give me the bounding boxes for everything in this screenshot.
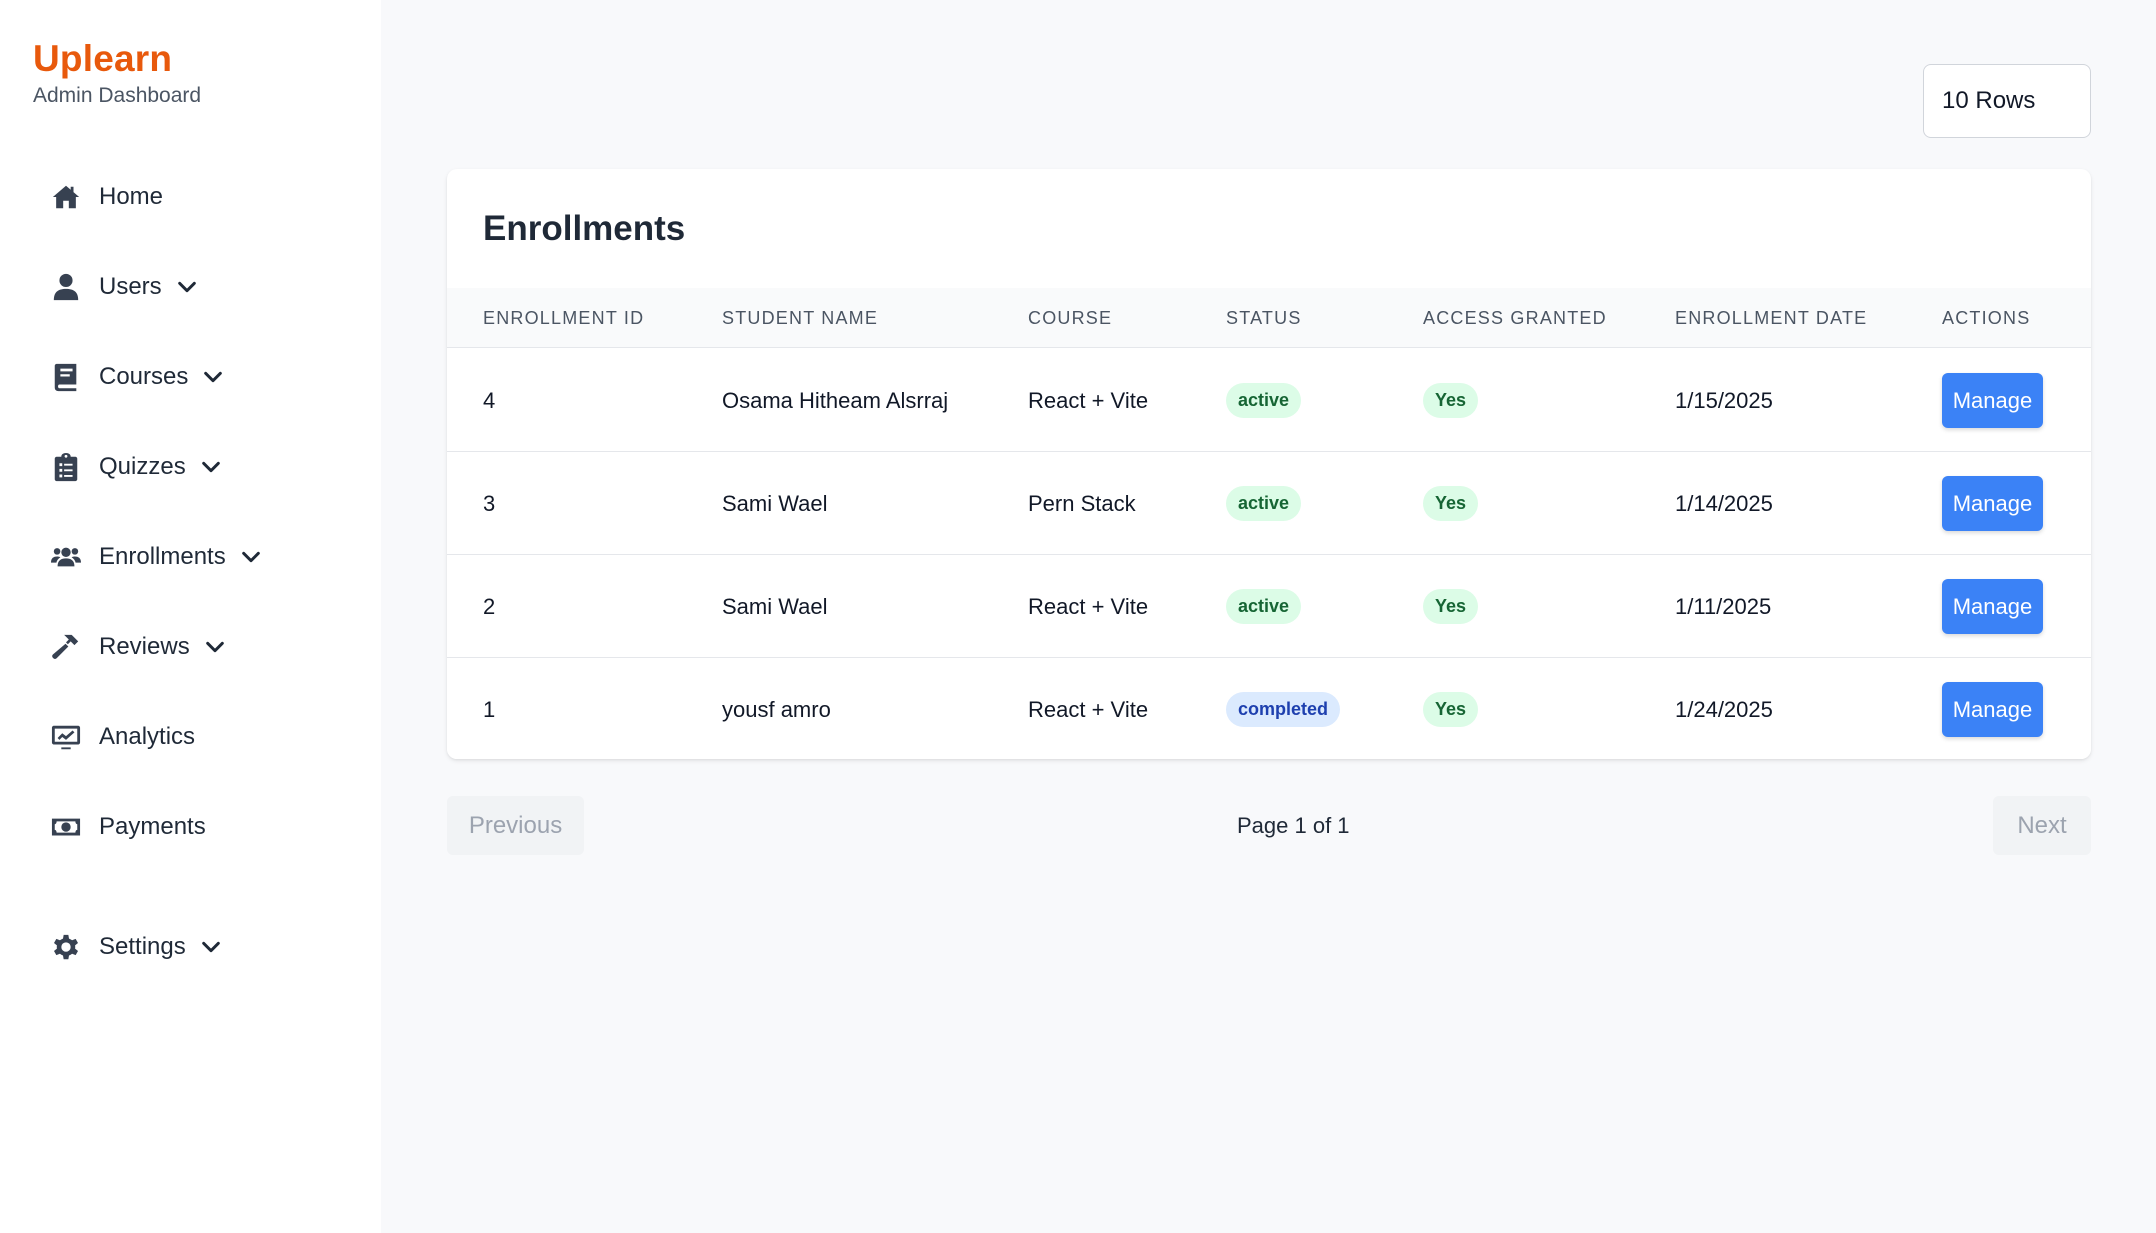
manage-button[interactable]: Manage: [1942, 579, 2043, 634]
course-name: Pern Stack: [1028, 490, 1136, 516]
user-icon: [50, 271, 82, 303]
column-header-actions: Actions: [1942, 307, 2031, 328]
access-badge: Yes: [1423, 589, 1479, 624]
page-title: Enrollments: [483, 209, 686, 248]
home-icon: [50, 181, 82, 213]
sidebar-item-quizzes[interactable]: Quizzes: [50, 445, 224, 489]
sidebar-item-label: Courses: [99, 363, 189, 390]
rows-per-page-select[interactable]: 10 Rows: [1923, 64, 2091, 138]
access-badge: Yes: [1423, 383, 1479, 418]
sidebar-item-courses[interactable]: Courses: [50, 355, 226, 399]
brand-title[interactable]: Uplearn: [33, 38, 201, 80]
page-info: Page 1 of 1: [1237, 812, 1350, 838]
table-row: 3 Sami Wael Pern Stack active Yes 1/14/2…: [447, 452, 2091, 555]
sidebar-item-label: Payments: [99, 813, 206, 840]
chevron-down-icon[interactable]: [204, 635, 228, 659]
previous-page-button[interactable]: Previous: [447, 796, 584, 855]
access-cell: Yes: [1423, 349, 1479, 452]
column-header-enrollment-id: Enrollment ID: [483, 307, 645, 328]
column-header-student-name: Student Name: [722, 307, 879, 328]
student-name: yousf amro: [722, 696, 831, 722]
enrollment-date: 1/15/2025: [1675, 387, 1773, 413]
table-row: 1 yousf amro React + Vite completed Yes …: [447, 658, 2091, 759]
users-group-icon: [50, 541, 82, 573]
status-cell: active: [1226, 452, 1302, 555]
sidebar-item-home[interactable]: Home: [50, 175, 163, 219]
sidebar-item-label: Users: [99, 273, 162, 300]
status-badge: completed: [1226, 692, 1341, 727]
enrollment-date: 1/14/2025: [1675, 490, 1773, 516]
enrollment-date: 1/24/2025: [1675, 696, 1773, 722]
actions-cell: Manage: [1942, 555, 2043, 658]
sidebar-item-label: Enrollments: [99, 543, 226, 570]
sidebar-item-analytics[interactable]: Analytics: [50, 715, 195, 759]
book-icon: [50, 361, 82, 393]
status-badge: active: [1226, 589, 1302, 624]
enrollments-card: Enrollments Enrollment ID Student Name C…: [447, 169, 2091, 759]
hammer-icon: [50, 631, 82, 663]
actions-cell: Manage: [1942, 658, 2043, 759]
actions-cell: Manage: [1942, 349, 2043, 452]
table-row: 2 Sami Wael React + Vite active Yes 1/11…: [447, 555, 2091, 658]
table-header: Enrollment ID Student Name Course Status…: [447, 288, 2091, 348]
status-cell: active: [1226, 555, 1302, 658]
column-header-access-granted: Access Granted: [1423, 307, 1607, 328]
clipboard-icon: [50, 451, 82, 483]
next-page-button[interactable]: Next: [1993, 796, 2091, 855]
course-name: React + Vite: [1028, 387, 1149, 413]
sidebar-item-label: Reviews: [99, 633, 190, 660]
enrollment-id: 2: [483, 593, 496, 619]
access-badge: Yes: [1423, 486, 1479, 521]
chevron-down-icon[interactable]: [200, 935, 224, 959]
sidebar-item-payments[interactable]: Payments: [50, 805, 206, 849]
sidebar-item-label: Analytics: [99, 723, 196, 750]
student-name: Osama Hitheam Alsrraj: [722, 387, 949, 413]
chevron-down-icon[interactable]: [240, 545, 264, 569]
brand: Uplearn Admin Dashboard: [33, 38, 201, 108]
column-header-enrollment-date: Enrollment Date: [1675, 307, 1868, 328]
sidebar-item-label: Home: [99, 183, 164, 210]
access-badge: Yes: [1423, 692, 1479, 727]
student-name: Sami Wael: [722, 490, 828, 516]
actions-cell: Manage: [1942, 452, 2043, 555]
status-badge: active: [1226, 383, 1302, 418]
chevron-down-icon[interactable]: [202, 365, 226, 389]
sidebar-item-users[interactable]: Users: [50, 265, 200, 309]
sidebar-item-label: Settings: [99, 933, 186, 960]
access-cell: Yes: [1423, 658, 1479, 759]
brand-subtitle: Admin Dashboard: [33, 84, 202, 107]
sidebar: Uplearn Admin Dashboard Home Users Cours…: [0, 0, 381, 1233]
column-header-status: Status: [1226, 307, 1302, 328]
manage-button[interactable]: Manage: [1942, 373, 2043, 428]
enrollment-id: 1: [483, 696, 496, 722]
access-cell: Yes: [1423, 555, 1479, 658]
status-cell: active: [1226, 349, 1302, 452]
table-row: 4 Osama Hitheam Alsrraj React + Vite act…: [447, 349, 2091, 452]
enrollment-id: 3: [483, 490, 496, 516]
gear-icon: [50, 931, 82, 963]
money-bill-icon: [50, 811, 82, 843]
manage-button[interactable]: Manage: [1942, 476, 2043, 531]
status-badge: active: [1226, 486, 1302, 521]
enrollment-id: 4: [483, 387, 496, 413]
manage-button[interactable]: Manage: [1942, 682, 2043, 737]
column-header-course: Course: [1028, 307, 1113, 328]
chevron-down-icon[interactable]: [200, 455, 224, 479]
sidebar-item-reviews[interactable]: Reviews: [50, 625, 228, 669]
sidebar-item-settings[interactable]: Settings: [50, 925, 224, 969]
chart-monitor-icon: [50, 721, 82, 753]
sidebar-item-enrollments[interactable]: Enrollments: [50, 535, 264, 579]
enrollment-date: 1/11/2025: [1675, 593, 1772, 619]
chevron-down-icon[interactable]: [176, 275, 200, 299]
status-cell: completed: [1226, 658, 1341, 759]
student-name: Sami Wael: [722, 593, 828, 619]
course-name: React + Vite: [1028, 696, 1149, 722]
access-cell: Yes: [1423, 452, 1479, 555]
sidebar-item-label: Quizzes: [99, 453, 186, 480]
course-name: React + Vite: [1028, 593, 1149, 619]
